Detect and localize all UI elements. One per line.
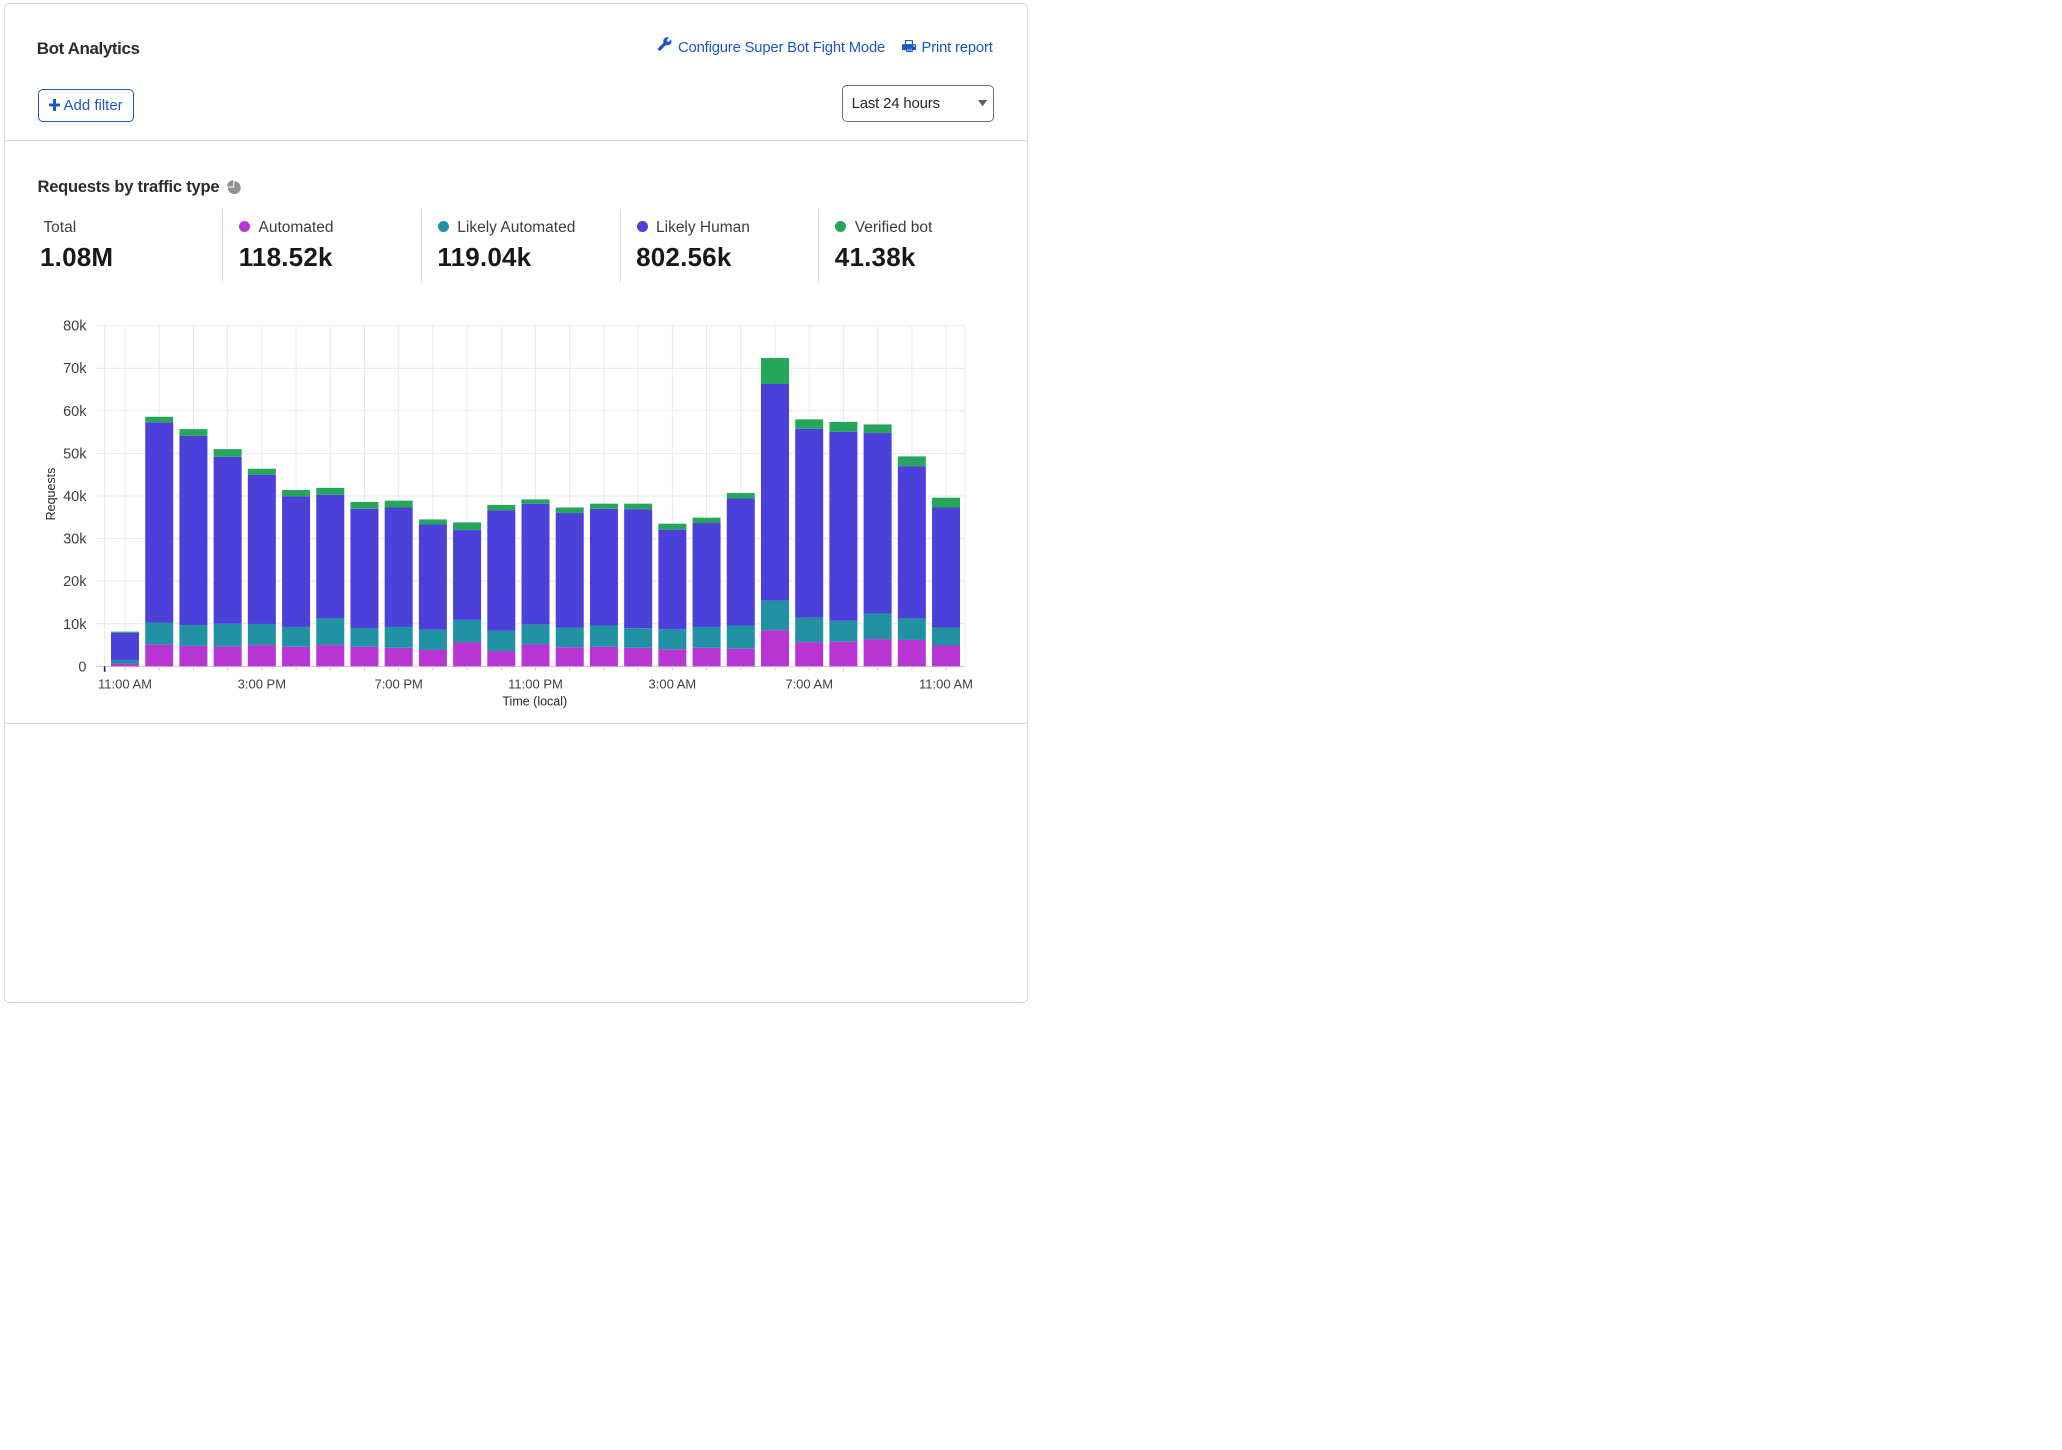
svg-text:7:00 PM: 7:00 PM xyxy=(374,676,422,691)
svg-text:20k: 20k xyxy=(63,574,87,590)
svg-text:7:00 AM: 7:00 AM xyxy=(785,676,833,691)
svg-text:50k: 50k xyxy=(63,446,87,462)
svg-text:3:00 AM: 3:00 AM xyxy=(649,676,697,691)
svg-text:11:00 AM: 11:00 AM xyxy=(919,676,973,691)
svg-text:10k: 10k xyxy=(63,617,87,633)
svg-text:70k: 70k xyxy=(63,361,87,377)
svg-text:40k: 40k xyxy=(63,489,87,505)
svg-text:11:00 AM: 11:00 AM xyxy=(98,676,152,691)
svg-text:Requests: Requests xyxy=(44,468,58,521)
svg-text:30k: 30k xyxy=(63,532,87,548)
svg-text:11:00 PM: 11:00 PM xyxy=(508,676,563,691)
svg-text:0: 0 xyxy=(78,659,86,675)
svg-text:Time (local): Time (local) xyxy=(502,695,567,709)
svg-text:3:00 PM: 3:00 PM xyxy=(238,676,286,691)
svg-text:80k: 80k xyxy=(63,319,87,335)
svg-text:60k: 60k xyxy=(63,404,87,420)
